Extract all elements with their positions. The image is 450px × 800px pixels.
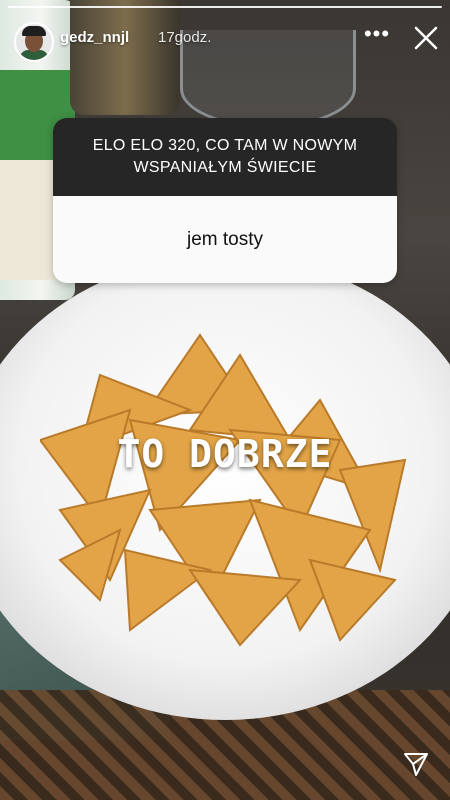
sticker-answer: jem tosty <box>53 196 397 283</box>
sticker-question: ELO ELO 320, CO TAM W NOWYM WSPANIAŁYM Ś… <box>53 118 397 196</box>
close-icon[interactable] <box>408 20 444 56</box>
chips <box>40 333 407 647</box>
avatar[interactable] <box>14 22 54 62</box>
more-horizontal-icon[interactable]: ••• <box>362 22 392 46</box>
timestamp: 17godz. <box>158 29 212 46</box>
overlay-text: TO DOBRZE <box>117 432 333 476</box>
question-sticker[interactable]: ELO ELO 320, CO TAM W NOWYM WSPANIAŁYM Ś… <box>53 118 397 283</box>
story-header: gedz_nnjl 17godz. ••• <box>0 18 450 62</box>
story-progress-bar <box>8 6 442 8</box>
username[interactable]: gedz_nnjl <box>60 29 129 46</box>
send-icon[interactable] <box>402 750 430 778</box>
